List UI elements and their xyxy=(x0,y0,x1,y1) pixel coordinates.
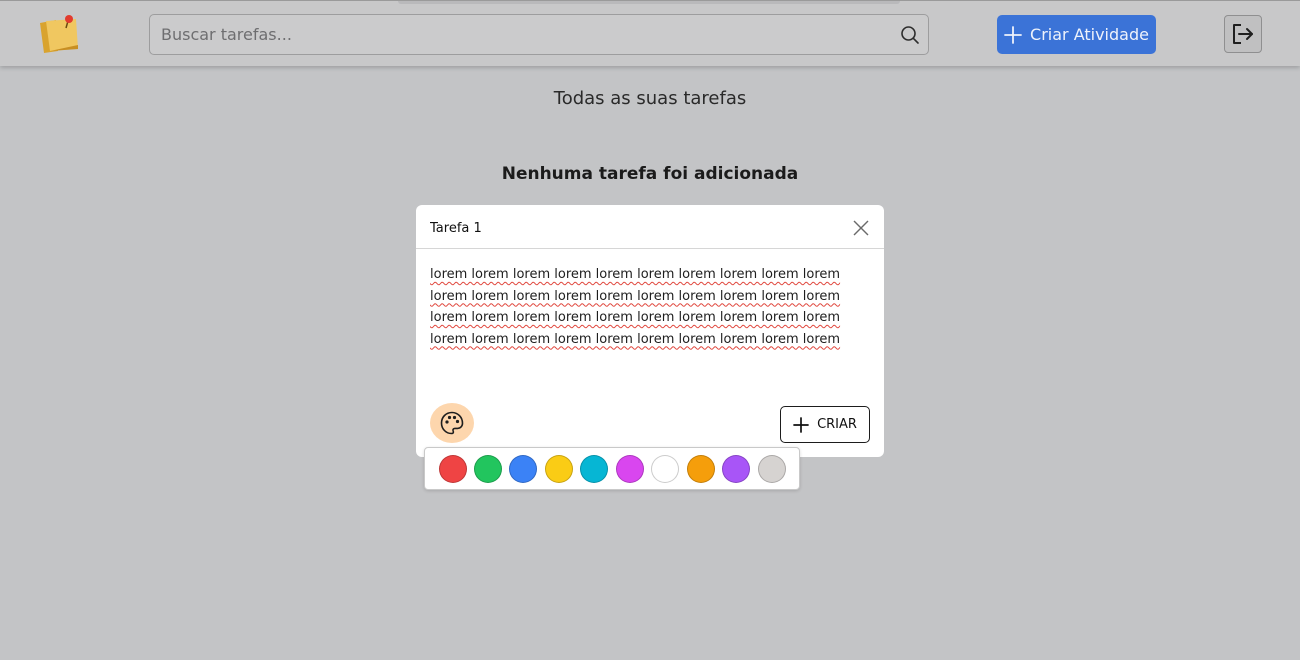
logout-icon xyxy=(1233,24,1253,44)
plus-icon xyxy=(1004,25,1022,44)
search-input[interactable] xyxy=(150,15,928,54)
color-swatch-orange[interactable] xyxy=(687,455,715,483)
task-editor-modal: lorem lorem lorem lorem lorem lorem lore… xyxy=(416,205,884,457)
color-picker xyxy=(424,447,800,490)
palette-icon xyxy=(440,411,464,435)
top-edge xyxy=(398,1,900,4)
create-activity-button[interactable]: Criar Atividade xyxy=(997,15,1156,54)
color-swatch-blue[interactable] xyxy=(509,455,537,483)
modal-header xyxy=(416,205,884,249)
task-body-textarea[interactable]: lorem lorem lorem lorem lorem lorem lore… xyxy=(430,264,860,404)
color-swatch-purple[interactable] xyxy=(722,455,750,483)
create-activity-label: Criar Atividade xyxy=(1030,25,1149,44)
color-swatch-yellow[interactable] xyxy=(545,455,573,483)
app-header: Criar Atividade xyxy=(0,0,1300,66)
sticky-note-pin-icon[interactable] xyxy=(36,13,84,55)
color-swatch-cyan[interactable] xyxy=(580,455,608,483)
logout-button[interactable] xyxy=(1224,15,1262,53)
page-subtitle: Todas as suas tarefas xyxy=(553,88,747,109)
color-swatch-gray[interactable] xyxy=(758,455,786,483)
color-swatch-white[interactable] xyxy=(651,455,679,483)
color-swatch-green[interactable] xyxy=(474,455,502,483)
plus-icon xyxy=(793,416,809,433)
search-icon[interactable] xyxy=(900,25,920,45)
close-icon[interactable] xyxy=(852,219,870,237)
criar-label: CRIAR xyxy=(817,417,857,432)
color-swatch-red[interactable] xyxy=(439,455,467,483)
color-palette-button[interactable] xyxy=(430,403,474,443)
search-bar xyxy=(149,14,929,55)
empty-state-message: Nenhuma tarefa foi adicionada xyxy=(501,164,799,184)
task-title-input[interactable] xyxy=(430,218,830,238)
criar-button[interactable]: CRIAR xyxy=(780,406,870,443)
color-swatch-magenta[interactable] xyxy=(616,455,644,483)
